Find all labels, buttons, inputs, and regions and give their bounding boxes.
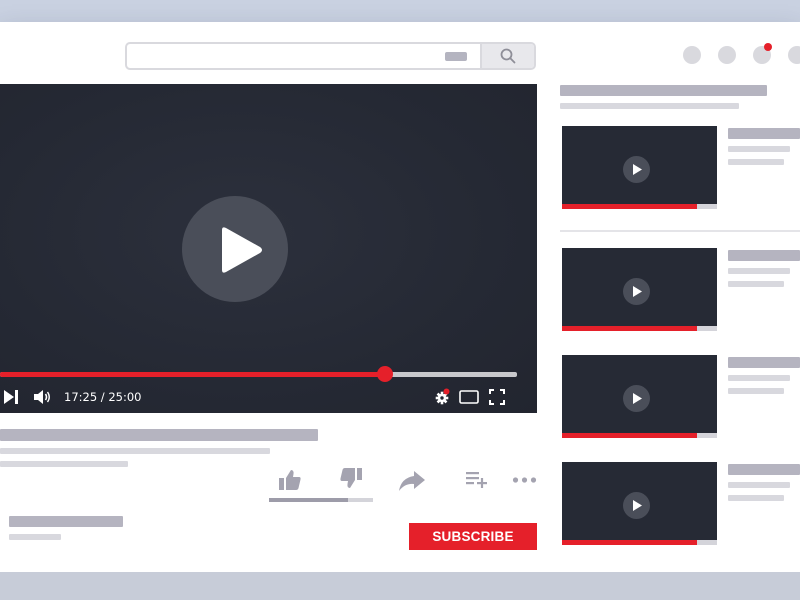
- like-icon[interactable]: [278, 469, 302, 491]
- notification-icon[interactable]: [753, 43, 772, 64]
- subscribe-button[interactable]: SUBSCRIBE: [409, 523, 537, 550]
- avatar[interactable]: [788, 46, 800, 64]
- recommendation-title[interactable]: [728, 464, 800, 475]
- recommendation-thumbnail[interactable]: [562, 126, 717, 209]
- watch-progress-fill: [562, 204, 697, 209]
- watch-progress-bar: [562, 540, 717, 545]
- video-title: [0, 429, 318, 441]
- recommendation-views-line: [728, 388, 784, 394]
- recommendation-title[interactable]: [728, 250, 800, 261]
- sidebar-divider: [560, 230, 800, 232]
- play-icon: [623, 156, 650, 183]
- recommendation-thumbnail[interactable]: [562, 462, 717, 545]
- watch-progress-bar: [562, 326, 717, 331]
- search-icon: [500, 48, 516, 64]
- channel-subscribers-line: [9, 534, 61, 540]
- time-display: 17:25 / 25:00: [64, 390, 142, 404]
- volume-icon[interactable]: [33, 389, 51, 405]
- search-keyboard-icon[interactable]: [445, 52, 467, 61]
- recommendation-views-line: [728, 281, 784, 287]
- recommendation-title[interactable]: [728, 357, 800, 368]
- play-icon: [623, 492, 650, 519]
- share-icon[interactable]: [398, 470, 426, 492]
- recommendation-channel-line: [728, 268, 790, 274]
- play-button[interactable]: [182, 196, 288, 302]
- channel-name[interactable]: [9, 516, 123, 527]
- recommendation-channel-line: [728, 146, 790, 152]
- like-ratio-bar: [269, 498, 373, 502]
- header-icon-1[interactable]: [683, 46, 701, 64]
- theater-mode-icon[interactable]: [459, 390, 479, 404]
- watch-progress-bar: [562, 433, 717, 438]
- next-icon[interactable]: [3, 389, 21, 405]
- sidebar-heading: [560, 85, 767, 96]
- settings-icon[interactable]: [434, 388, 450, 406]
- watch-progress-fill: [562, 433, 697, 438]
- play-icon: [222, 227, 262, 273]
- seek-bar[interactable]: [0, 366, 517, 382]
- more-icon[interactable]: [512, 476, 538, 484]
- search-input[interactable]: [127, 44, 482, 68]
- search-bar: [125, 42, 536, 70]
- header-icon-2[interactable]: [718, 46, 736, 64]
- video-subtitle-line: [0, 448, 270, 454]
- watch-progress-fill: [562, 326, 697, 331]
- recommendation-channel-line: [728, 482, 790, 488]
- like-ratio-fill: [269, 498, 349, 502]
- watch-progress-bar: [562, 204, 717, 209]
- play-icon: [623, 385, 650, 412]
- search-button[interactable]: [480, 44, 534, 68]
- taskbar-band: [0, 572, 800, 600]
- dislike-icon[interactable]: [339, 467, 363, 489]
- recommendation-views-line: [728, 159, 784, 165]
- recommendation-channel-line: [728, 375, 790, 381]
- play-icon: [623, 278, 650, 305]
- watch-progress-fill: [562, 540, 697, 545]
- recommendation-views-line: [728, 495, 784, 501]
- video-views-line: [0, 461, 128, 467]
- sidebar-subheading: [560, 103, 739, 109]
- recommendation-thumbnail[interactable]: [562, 355, 717, 438]
- settings-badge: [443, 388, 450, 395]
- fullscreen-icon[interactable]: [489, 389, 505, 405]
- add-to-playlist-icon[interactable]: [466, 471, 488, 489]
- recommendation-title[interactable]: [728, 128, 800, 139]
- recommendation-thumbnail[interactable]: [562, 248, 717, 331]
- seek-bar-played: [0, 372, 386, 377]
